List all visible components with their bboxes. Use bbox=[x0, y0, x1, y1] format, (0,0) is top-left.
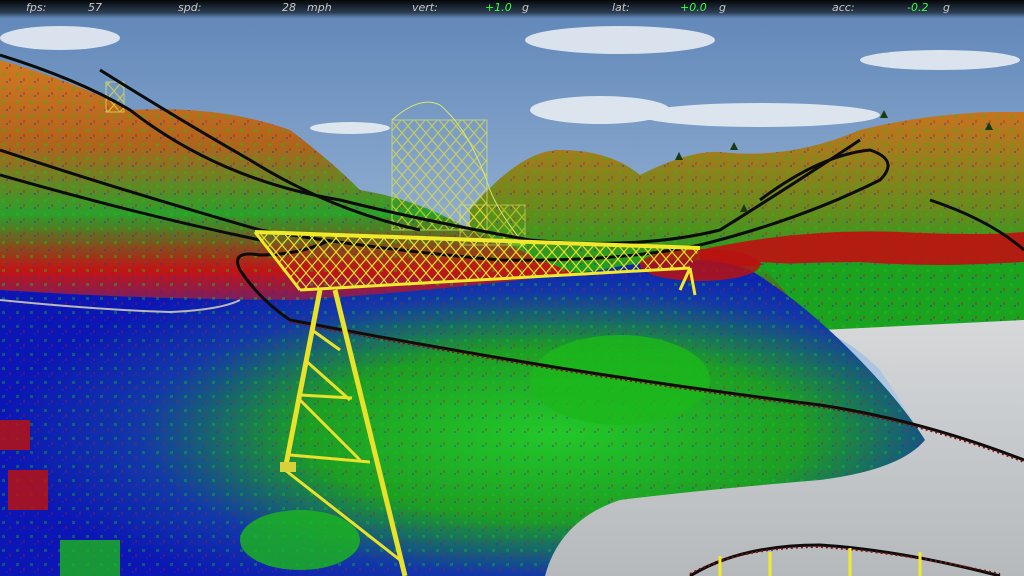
acceleration-value: -0.2 bbox=[907, 1, 929, 14]
speed-value: 28 bbox=[282, 1, 296, 14]
acceleration-unit: g bbox=[943, 1, 950, 14]
fps-value: 57 bbox=[88, 1, 102, 14]
vertical-g-value: +1.0 bbox=[485, 1, 512, 14]
game-viewport[interactable] bbox=[0, 0, 1024, 576]
speed-unit: mph bbox=[307, 1, 332, 14]
acceleration-label: acc: bbox=[832, 1, 855, 14]
fps-label: fps: bbox=[26, 1, 47, 14]
vertical-g-label: vert: bbox=[412, 1, 438, 14]
vertical-g-unit: g bbox=[522, 1, 529, 14]
hud-bar: fps: 57 spd: 28 mph vert: +1.0 g lat: +0… bbox=[0, 0, 1024, 18]
speed-label: spd: bbox=[178, 1, 202, 14]
lateral-g-unit: g bbox=[719, 1, 726, 14]
lateral-g-value: +0.0 bbox=[680, 1, 707, 14]
lateral-g-label: lat: bbox=[612, 1, 630, 14]
